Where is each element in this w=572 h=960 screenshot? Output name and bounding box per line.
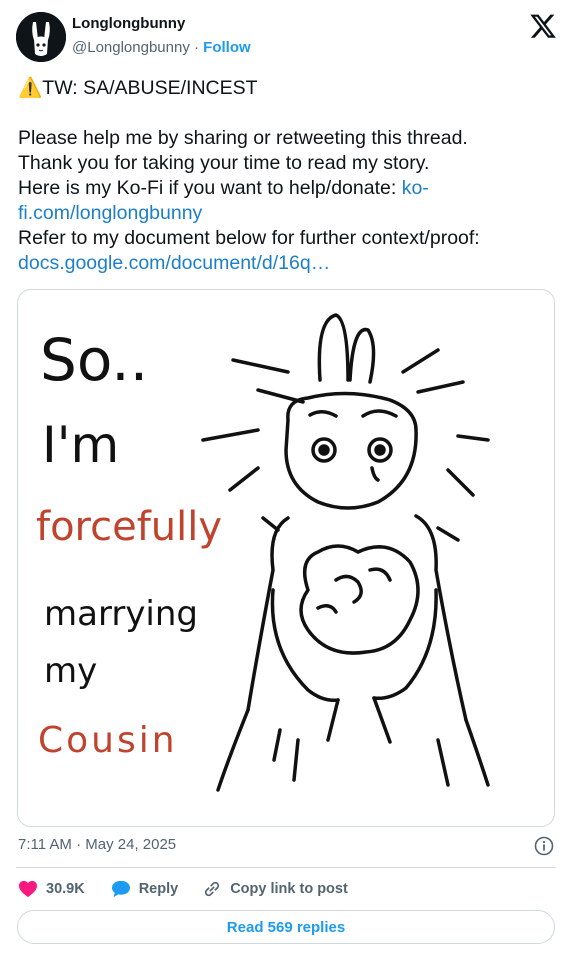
drawing-illustration: So.. I'm forcefully marrying my Cousin — [36, 313, 490, 792]
like-count: 30.9K — [46, 881, 85, 897]
bunny-avatar-icon — [16, 12, 66, 62]
text-line-1: Please help me by sharing or retweeting … — [18, 127, 468, 149]
warning-text: TW: SA/ABUSE/INCEST — [42, 77, 258, 99]
reply-label: Reply — [138, 881, 179, 897]
doc-link[interactable]: docs.google.com/document/d/16q… — [18, 252, 330, 274]
image-text-my: my — [44, 651, 97, 691]
warning-emoji: ⚠️ — [18, 77, 43, 99]
text-line-6: docs.google.com/document/d/16q… — [18, 251, 558, 276]
kofi-link[interactable]: ko- — [402, 177, 429, 199]
read-replies-button[interactable]: Read 569 replies — [17, 910, 555, 944]
like-button[interactable]: 30.9K — [18, 880, 85, 898]
copy-link-label: Copy link to post — [230, 881, 348, 897]
follow-button[interactable]: Follow — [203, 39, 251, 56]
link-icon — [205, 881, 220, 897]
kofi-intro: Here is my Ko-Fi if you want to help/don… — [18, 177, 402, 199]
reply-button[interactable]: Reply — [111, 880, 179, 898]
text-line-2: Thank you for taking your time to read m… — [18, 152, 430, 174]
speech-bubble-icon — [111, 880, 130, 898]
user-handle[interactable]: @Longlongbunny — [72, 39, 190, 56]
image-text-so: So.. — [40, 326, 148, 394]
tweet-text: ⚠️TW: SA/ABUSE/INCEST Please help me by … — [18, 76, 558, 276]
handle-row: @Longlongbunny · Follow — [72, 38, 251, 58]
info-icon[interactable] — [534, 836, 554, 856]
x-logo-icon[interactable] — [530, 14, 556, 38]
user-info: Longlongbunny @Longlongbunny · Follow — [72, 14, 251, 58]
image-text-marrying: marrying — [44, 594, 198, 634]
avatar[interactable] — [16, 12, 66, 62]
action-bar: 30.9K Reply Copy link to post — [18, 876, 348, 902]
bunny-character — [201, 313, 490, 792]
display-name[interactable]: Longlongbunny — [72, 14, 251, 34]
image-text-forcefully: forcefully — [36, 504, 222, 550]
warning-line: ⚠️TW: SA/ABUSE/INCEST — [18, 76, 558, 101]
image-text-im: I'm — [42, 416, 119, 474]
copy-link-button[interactable]: Copy link to post — [202, 879, 348, 899]
kofi-link-continued[interactable]: fi.com/longlongbunny — [18, 202, 202, 224]
tweet-image[interactable]: So.. I'm forcefully marrying my Cousin — [17, 289, 555, 827]
tweet-embed: Longlongbunny @Longlongbunny · Follow ⚠️… — [0, 0, 572, 960]
text-line-3: Here is my Ko-Fi if you want to help/don… — [18, 176, 558, 201]
heart-icon — [19, 880, 37, 898]
text-line-4: fi.com/longlongbunny — [18, 201, 558, 226]
text-line-5: Refer to my document below for further c… — [18, 227, 480, 249]
image-text-cousin: Cousin — [38, 720, 178, 761]
separator-dot: · — [194, 39, 199, 56]
divider — [16, 867, 556, 868]
timestamp[interactable]: 7:11 AM · May 24, 2025 — [18, 836, 176, 853]
